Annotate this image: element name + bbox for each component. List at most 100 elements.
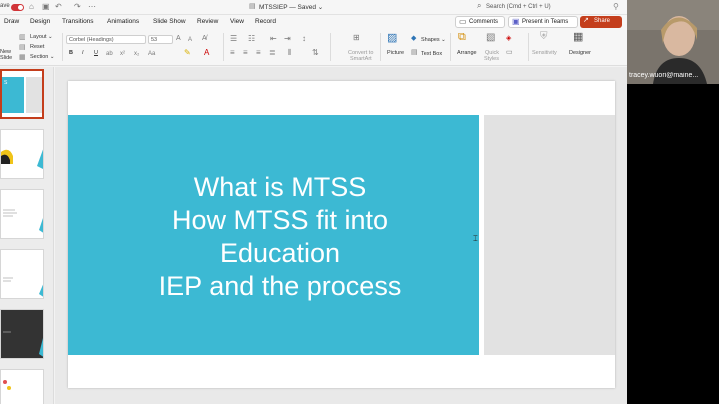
- shrink-font-icon[interactable]: A: [188, 36, 192, 44]
- designer-button[interactable]: Designer: [569, 50, 591, 56]
- image-placeholder[interactable]: [484, 115, 615, 355]
- tab-record[interactable]: Record: [255, 18, 276, 25]
- undo-icon[interactable]: ↶: [55, 3, 62, 11]
- quick-styles-icon: ▧: [486, 32, 496, 43]
- picture-icon[interactable]: ▨: [387, 33, 397, 44]
- slide-thumbnail-pane: S: [0, 67, 54, 404]
- textbox-icon: ▤: [411, 49, 418, 56]
- smartart-icon: ⊞: [353, 33, 360, 42]
- increase-indent-icon[interactable]: ⇥: [284, 35, 291, 43]
- ribbon: New Slide ▥ Layout ⌄ ▤ Reset ▦ Section ⌄…: [0, 30, 627, 66]
- slide-thumbnail-3[interactable]: [0, 189, 44, 239]
- shapes-icon: ◆: [411, 35, 417, 42]
- change-case-icon[interactable]: Aa: [148, 50, 155, 58]
- quick-styles-label-2[interactable]: Styles: [484, 56, 499, 62]
- tab-slide-show[interactable]: Slide Show: [153, 18, 186, 25]
- subscript-icon[interactable]: x₂: [134, 50, 139, 58]
- numbering-icon[interactable]: ☷: [248, 35, 255, 43]
- file-icon: ▤: [249, 3, 256, 10]
- clear-format-icon[interactable]: A̸: [202, 35, 207, 43]
- layout-button[interactable]: Layout ⌄: [30, 34, 53, 40]
- slide-title-line: Education: [219, 238, 341, 268]
- layout-icon: ▥: [19, 34, 26, 41]
- thumbnail-gray-block: [26, 77, 42, 113]
- tab-draw[interactable]: Draw: [4, 18, 19, 25]
- slide-thumbnail-4[interactable]: [0, 249, 44, 299]
- thumbnail-graphic: [3, 380, 11, 390]
- line-spacing-icon[interactable]: ↕: [302, 35, 306, 43]
- italic-button[interactable]: I: [82, 50, 84, 56]
- search-input[interactable]: ⌕ Search (Cmd + Ctrl + U): [474, 1, 604, 13]
- tab-view[interactable]: View: [230, 18, 244, 25]
- arrange-button[interactable]: Arrange: [457, 50, 477, 56]
- slide-title-line: IEP and the process: [158, 271, 402, 301]
- tab-design[interactable]: Design: [30, 18, 50, 25]
- tab-review[interactable]: Review: [197, 18, 218, 25]
- slide-title[interactable]: What is MTSS How MTSS fit into Education…: [68, 171, 492, 303]
- account-icon[interactable]: ⚲: [613, 2, 619, 11]
- share-button[interactable]: ↗ Share: [580, 16, 622, 28]
- thumbnail-graphic: [1, 149, 43, 169]
- font-color-icon[interactable]: A: [204, 49, 209, 57]
- section-button[interactable]: Section ⌄: [30, 54, 54, 60]
- home-icon[interactable]: ⌂: [29, 3, 34, 11]
- section-icon: ▦: [19, 54, 26, 61]
- slide-thumbnail-6[interactable]: [0, 369, 44, 404]
- ribbon-separator: [450, 33, 451, 61]
- columns-icon[interactable]: ⫴: [288, 49, 291, 57]
- comment-icon: ▭: [459, 17, 467, 26]
- font-name-select[interactable]: Corbel (Headings): [66, 35, 146, 44]
- more-icon[interactable]: ⋯: [88, 3, 96, 11]
- shape-fill-icon[interactable]: ◈: [506, 35, 511, 43]
- slide-thumbnail-5[interactable]: [0, 309, 44, 359]
- textbox-button[interactable]: Text Box: [421, 51, 442, 57]
- decrease-indent-icon[interactable]: ⇤: [270, 35, 277, 43]
- ribbon-separator: [380, 33, 381, 61]
- slide-title-line: How MTSS fit into: [171, 205, 389, 235]
- save-icon[interactable]: ▣: [42, 3, 50, 11]
- text-direction-icon[interactable]: ⇅: [312, 49, 319, 57]
- search-placeholder: Search (Cmd + Ctrl + U): [486, 4, 551, 10]
- title-bar: ave ⌂ ▣ ↶ ↷ ⋯ ▤ MTSSIEP — Saved ⌄ ⌕ Sear…: [0, 0, 627, 15]
- reset-icon: ▤: [19, 44, 26, 51]
- document-title[interactable]: MTSSIEP — Saved ⌄: [259, 3, 323, 11]
- mouse-cursor-icon: ⌶: [473, 234, 478, 243]
- autosave-toggle[interactable]: [11, 4, 24, 11]
- bullets-icon[interactable]: ☰: [230, 35, 237, 43]
- shape-outline-icon[interactable]: ▭: [506, 49, 513, 57]
- thumbnail-teal-block: S: [2, 77, 24, 113]
- redo-icon[interactable]: ↷: [74, 3, 81, 11]
- slide-thumbnail-1[interactable]: S: [0, 69, 44, 119]
- slide-title-line: What is MTSS: [193, 172, 367, 202]
- underline-button[interactable]: U: [94, 50, 98, 56]
- font-size-select[interactable]: 53: [148, 35, 173, 44]
- superscript-icon[interactable]: x²: [120, 50, 125, 58]
- tab-animations[interactable]: Animations: [107, 18, 139, 25]
- slide-thumbnail-2[interactable]: [0, 129, 44, 179]
- highlight-icon[interactable]: ✎: [184, 49, 191, 57]
- reset-button[interactable]: Reset: [30, 44, 44, 50]
- thumbnail-graphic: [3, 209, 43, 233]
- shapes-button[interactable]: Shapes ⌄: [421, 37, 446, 43]
- align-left-icon[interactable]: ≡: [230, 49, 235, 57]
- comments-button[interactable]: ▭ Comments: [455, 16, 505, 28]
- present-in-teams-button[interactable]: ▣ Present in Teams: [508, 16, 578, 28]
- bold-button[interactable]: B: [69, 50, 73, 56]
- participant-name: tracey.wuori@maine...: [629, 72, 699, 79]
- convert-smartart-label-2[interactable]: SmartArt: [350, 56, 372, 62]
- align-right-icon[interactable]: ≡: [256, 49, 261, 57]
- sensitivity-button[interactable]: Sensitivity: [532, 50, 557, 56]
- thumbnail-graphic: [3, 331, 43, 357]
- thumbnail-graphic: [3, 277, 43, 297]
- justify-icon[interactable]: ≣: [269, 49, 276, 57]
- ribbon-separator: [223, 33, 224, 61]
- new-slide-label-2[interactable]: Slide: [0, 55, 12, 61]
- align-center-icon[interactable]: ≡: [243, 49, 248, 57]
- strikethrough-icon[interactable]: ab: [106, 50, 113, 58]
- grow-font-icon[interactable]: A: [176, 35, 181, 43]
- tab-transitions[interactable]: Transitions: [62, 18, 94, 25]
- autosave-label: ave: [0, 3, 10, 9]
- search-icon: ⌕: [477, 1, 482, 10]
- picture-button[interactable]: Picture: [387, 50, 404, 56]
- designer-icon: ▦: [573, 31, 584, 43]
